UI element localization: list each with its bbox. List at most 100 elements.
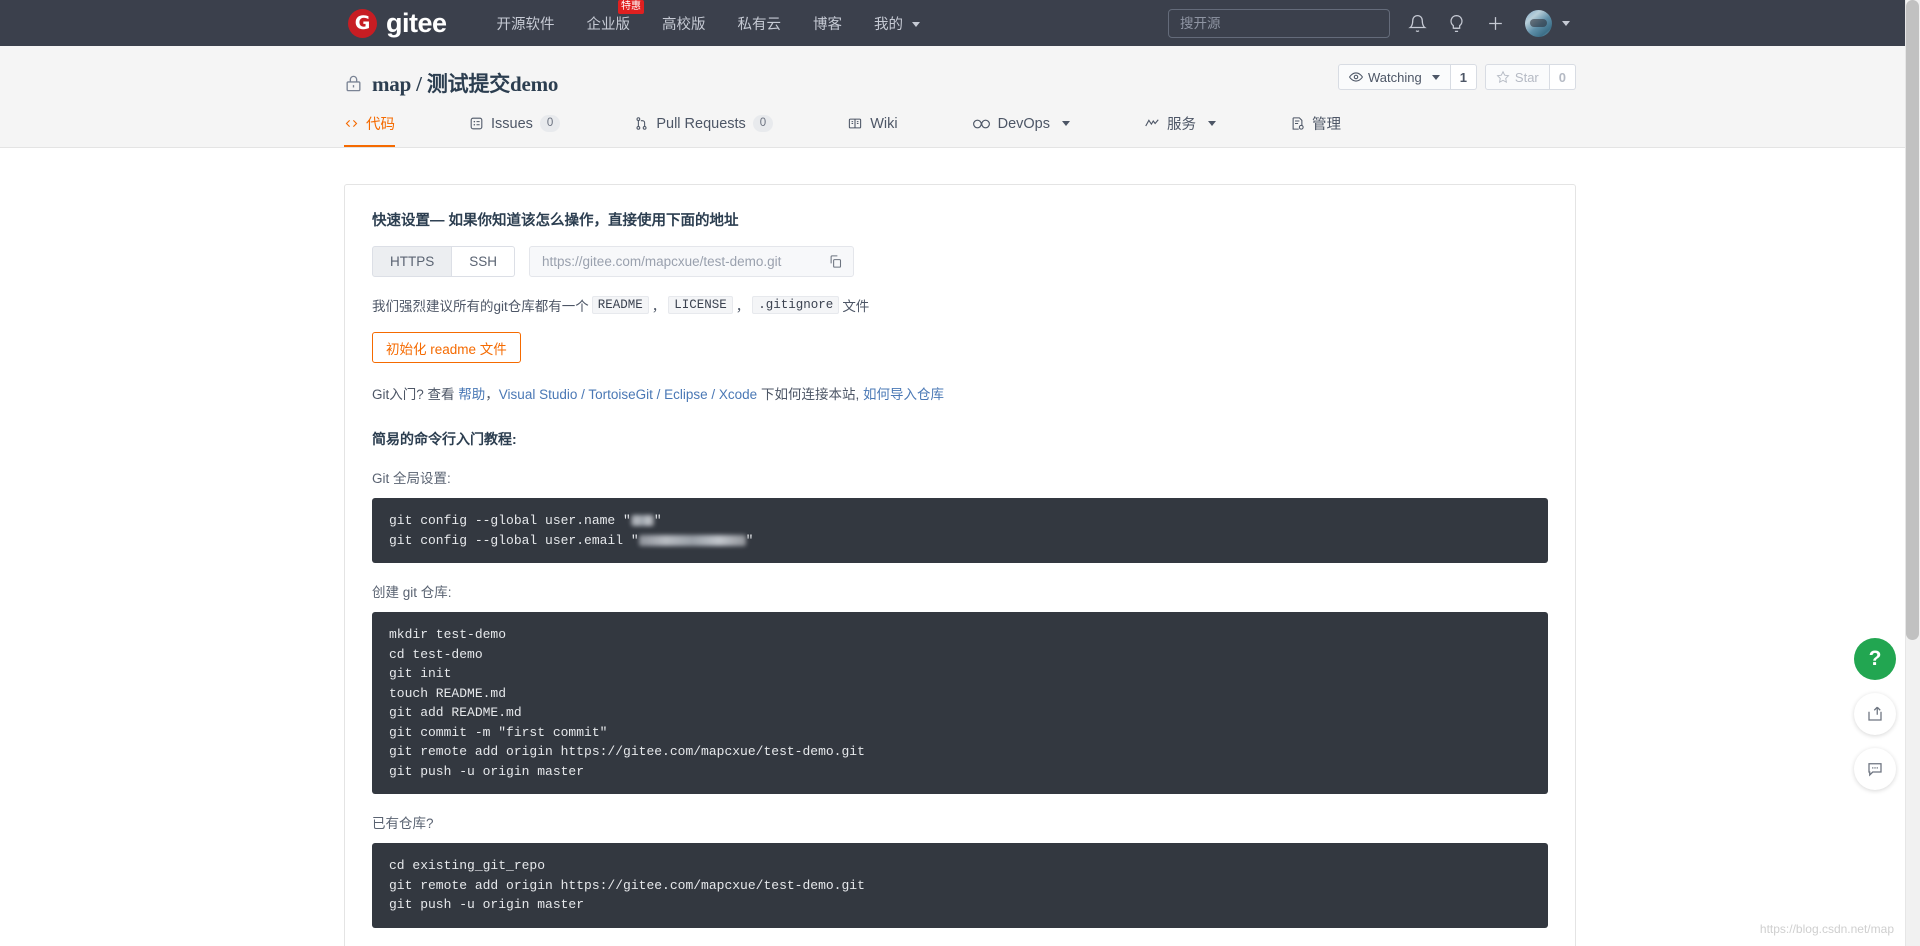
ide-help-link[interactable]: Visual Studio / TortoiseGit / Eclipse / … — [499, 387, 757, 402]
gitee-logo-text: gitee — [386, 7, 447, 38]
code-block-existing-repo[interactable]: cd existing_git_repo git remote add origi… — [372, 843, 1548, 928]
code-line: touch README.md — [389, 685, 507, 701]
redacted-email — [638, 534, 746, 546]
issue-icon — [470, 117, 483, 130]
lightbulb-icon[interactable] — [1447, 14, 1466, 33]
tab-code[interactable]: 代码 — [344, 113, 395, 147]
copy-icon[interactable] — [828, 254, 843, 269]
tab-manage-label: 管理 — [1311, 117, 1341, 133]
search-input[interactable] — [1168, 8, 1390, 38]
repository-tabs: 代码 Issues 0 Pull Requests 0 Wiki DevOps … — [344, 113, 1415, 147]
chevron-down-icon — [1207, 121, 1216, 126]
nav-link-privatecloud[interactable]: 私有云 — [722, 13, 798, 34]
tab-devops[interactable]: DevOps — [972, 113, 1070, 147]
protocol-ssh-button[interactable]: SSH — [452, 246, 516, 277]
import-repo-link[interactable]: 如何导入仓库 — [863, 387, 944, 402]
code-line: git init — [389, 666, 452, 681]
clone-url-row: HTTPS SSH https://gitee.com/mapcxue/test… — [372, 246, 1548, 277]
page-title: map / 测试提交demo — [372, 68, 558, 98]
nav-link-mine[interactable]: 我的 — [858, 13, 936, 34]
star-button[interactable]: Star — [1484, 64, 1550, 90]
help-fab[interactable]: ? — [1854, 638, 1896, 680]
gitee-logo-mark: G — [348, 8, 377, 38]
repository-actions: Watching 1 Star 0 — [1337, 64, 1576, 90]
code-line: git remote add origin https://gitee.com/… — [389, 744, 865, 759]
git-help-line: Git入门? 查看 帮助，Visual Studio / TortoiseGit… — [372, 383, 1548, 403]
clone-url-box[interactable]: https://gitee.com/mapcxue/test-demo.git — [529, 246, 855, 277]
eye-icon — [1348, 72, 1363, 82]
help-prefix: Git入门? — [372, 387, 424, 402]
code-line: git remote add origin https://gitee.com/… — [389, 877, 865, 893]
comment-icon — [1868, 763, 1882, 777]
tab-pull-requests[interactable]: Pull Requests 0 — [634, 113, 774, 147]
primary-nav-links: 开源软件 特惠 企业版 高校版 私有云 博客 我的 — [481, 0, 937, 34]
repo-path-separator: / — [416, 72, 422, 96]
tab-wiki[interactable]: Wiki — [847, 113, 898, 147]
devops-icon — [972, 119, 990, 128]
comment-fab[interactable] — [1854, 748, 1896, 790]
watch-button-group: Watching 1 — [1337, 64, 1477, 90]
chip-gitignore: .gitignore — [752, 296, 840, 314]
protocol-toggle-group: HTTPS SSH — [372, 246, 516, 277]
tutorial-heading: 简易的命令行入门教程: — [372, 431, 517, 447]
gitee-logo[interactable]: G gitee — [348, 7, 447, 38]
star-button-group: Star 0 — [1484, 64, 1576, 90]
tab-pull-requests-count: 0 — [752, 115, 774, 132]
lock-icon — [344, 73, 363, 94]
watermark-text: https://blog.csdn.net/map — [1759, 922, 1894, 936]
watch-count[interactable]: 1 — [1450, 64, 1477, 90]
share-fab[interactable] — [1854, 693, 1896, 735]
tab-services-label: 服务 — [1166, 117, 1196, 133]
tab-code-label: 代码 — [366, 117, 395, 133]
avatar — [1525, 9, 1552, 37]
chip-license: LICENSE — [668, 296, 733, 314]
plus-icon[interactable] — [1486, 14, 1505, 33]
bell-icon[interactable] — [1408, 14, 1427, 33]
quick-setup-card: 快速设置— 如果你知道该怎么操作，直接使用下面的地址 HTTPS SSH htt… — [344, 184, 1576, 946]
tab-wiki-label: Wiki — [870, 115, 898, 132]
chevron-down-icon — [1431, 74, 1440, 80]
advice-prefix: 我们强烈建议所有的git仓库都有一个 — [372, 299, 589, 314]
code-line: git commit -m "first commit" — [389, 724, 608, 740]
code-line-text: git config --global user.email " — [389, 532, 639, 548]
nav-badge-promo: 特惠 — [618, 0, 645, 14]
init-readme-button[interactable]: 初始化 readme 文件 — [372, 332, 521, 363]
code-block-create-repo[interactable]: mkdir test-demo cd test-demo git init touch… — [372, 612, 1548, 794]
code-line: cd test-demo — [389, 646, 483, 662]
nav-link-blog[interactable]: 博客 — [797, 13, 858, 34]
nav-link-opensource[interactable]: 开源软件 — [481, 13, 571, 34]
code-icon — [345, 119, 358, 128]
help-link[interactable]: 帮助 — [458, 387, 485, 402]
user-menu[interactable] — [1525, 9, 1570, 37]
code-line: git config --global user.name " " — [389, 511, 1531, 531]
advice-separator-2: ， — [735, 299, 750, 314]
repo-files-advice: 我们强烈建议所有的git仓库都有一个 README ， LICENSE ， .g… — [372, 295, 1548, 315]
help-view-label: 查看 — [427, 387, 455, 402]
tab-issues-count: 0 — [539, 115, 561, 132]
clone-url-text: https://gitee.com/mapcxue/test-demo.git — [542, 254, 782, 269]
star-count[interactable]: 0 — [1549, 64, 1576, 90]
chevron-down-icon — [1562, 20, 1570, 26]
nav-link-education[interactable]: 高校版 — [646, 13, 722, 34]
quick-setup-title: 快速设置— 如果你知道该怎么操作，直接使用下面的地址 — [372, 213, 739, 229]
protocol-https-button[interactable]: HTTPS — [372, 246, 453, 277]
tutorial-caption-global: Git 全局设置: — [372, 471, 451, 486]
tab-issues[interactable]: Issues 0 — [469, 113, 561, 147]
service-icon — [1145, 119, 1159, 127]
page-scrollbar-thumb[interactable] — [1906, 0, 1919, 640]
page-scrollbar[interactable] — [1905, 0, 1920, 946]
share-icon — [1868, 706, 1882, 721]
repo-name[interactable]: 测试提交demo — [427, 72, 559, 96]
tab-issues-label: Issues — [491, 115, 533, 132]
tab-manage[interactable]: 管理 — [1290, 113, 1341, 147]
watch-button[interactable]: Watching — [1337, 64, 1451, 90]
tutorial-caption-create: 创建 git 仓库: — [372, 585, 452, 600]
floating-action-buttons: ? — [1854, 638, 1896, 790]
code-block-global-config[interactable]: git config --global user.name " " git conf… — [372, 498, 1548, 563]
repo-owner[interactable]: map — [372, 72, 411, 96]
star-label: Star — [1514, 69, 1539, 85]
code-line-suffix: " — [745, 532, 754, 548]
tab-services[interactable]: 服务 — [1144, 113, 1216, 147]
nav-link-enterprise[interactable]: 特惠 企业版 — [571, 0, 647, 34]
tab-devops-label: DevOps — [997, 115, 1050, 132]
